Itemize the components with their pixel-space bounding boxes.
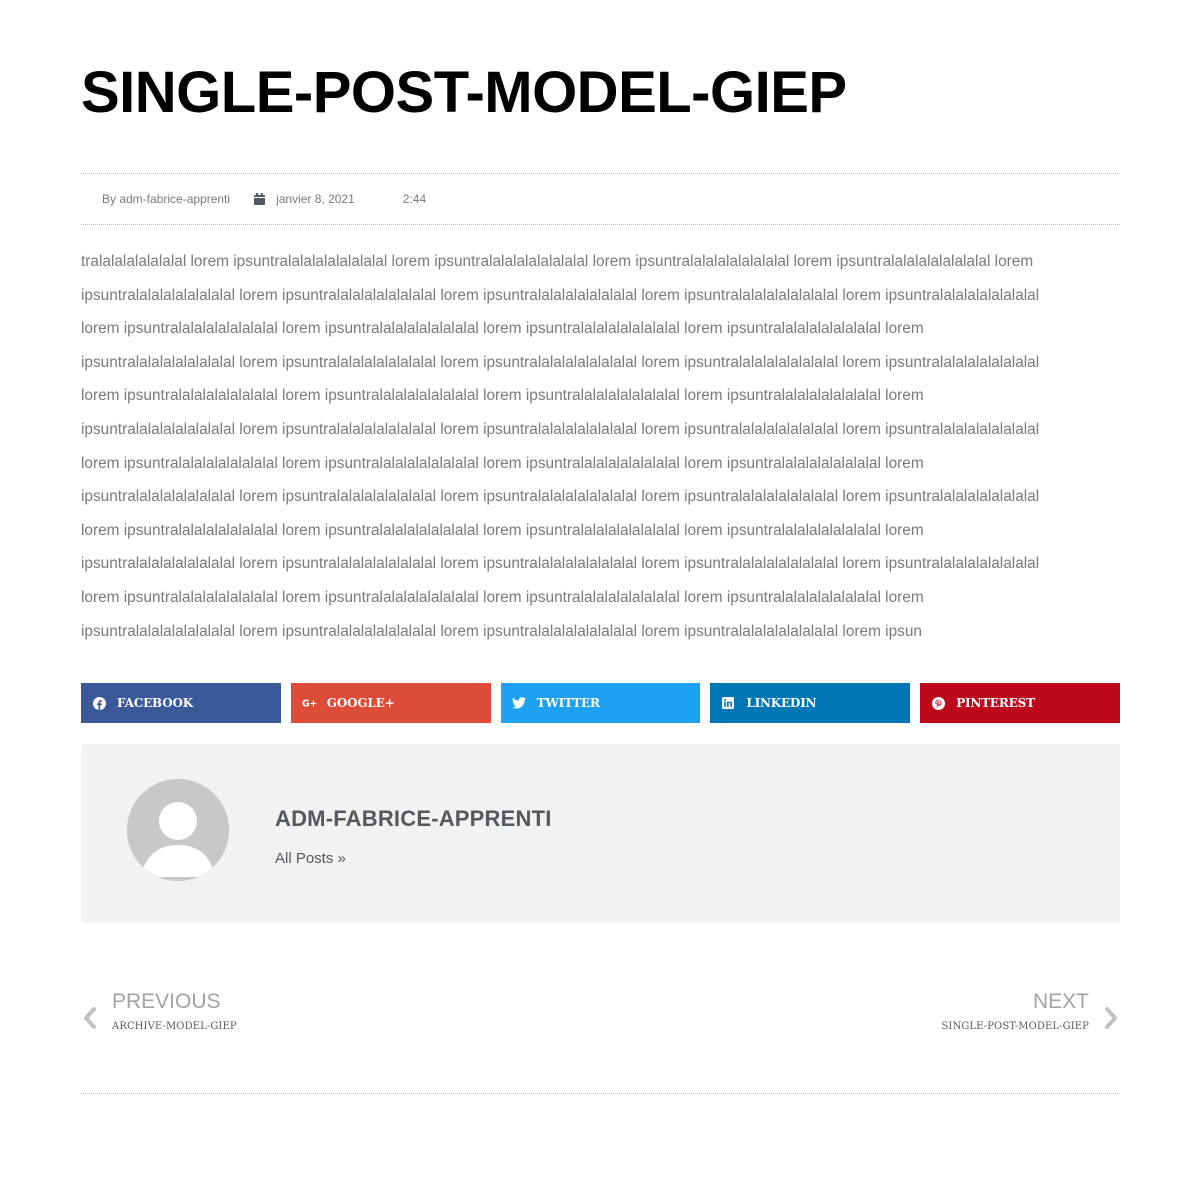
post-content-line: lorem ipsuntralalalalalalalalal lorem ip… xyxy=(81,588,924,606)
post-content: tralalalalalalalal lorem ipsuntralalalal… xyxy=(81,245,1121,648)
author-name[interactable]: ADM-FABRICE-APPRENTI xyxy=(275,806,552,832)
chevron-right-icon xyxy=(1102,1006,1120,1030)
calendar-icon xyxy=(254,193,266,205)
share-google-plus-button[interactable]: G+ GOOGLE+ xyxy=(290,683,491,723)
post-date-text: janvier 8, 2021 xyxy=(276,192,355,206)
next-post-title: SINGLE-POST-MODEL-GIEP xyxy=(941,1021,1089,1032)
post-author[interactable]: By adm-fabrice-apprenti xyxy=(102,192,230,206)
post-content-line: ipsuntralalalalalalalalal lorem ipsuntra… xyxy=(81,286,1040,304)
next-label: NEXT xyxy=(1032,990,1089,1013)
all-posts-link[interactable]: All Posts » xyxy=(275,850,346,867)
post-content-line: lorem ipsuntralalalalalalalalal lorem ip… xyxy=(81,454,924,472)
post-content-line: lorem ipsuntralalalalalalalalal lorem ip… xyxy=(81,320,924,338)
share-buttons: FACEBOOK G+ GOOGLE+ TWITTER LINKEDIN PIN… xyxy=(81,683,1120,723)
share-linkedin-label: LINKEDIN xyxy=(746,696,817,710)
share-linkedin-button[interactable]: LINKEDIN xyxy=(710,683,911,723)
post-content-line: ipsuntralalalalalalalalal lorem ipsuntra… xyxy=(81,555,1040,573)
svg-text:G+: G+ xyxy=(302,699,316,708)
share-facebook-label: FACEBOOK xyxy=(117,696,193,710)
share-facebook-button[interactable]: FACEBOOK xyxy=(81,683,281,723)
share-google-plus-label: GOOGLE+ xyxy=(326,696,395,710)
share-pinterest-label: PINTEREST xyxy=(956,696,1035,710)
post-meta: By adm-fabrice-apprenti janvier 8, 2021 … xyxy=(81,173,1120,225)
post-content-line: ipsuntralalalalalalalalal lorem ipsuntra… xyxy=(81,353,1040,371)
section-divider xyxy=(81,1093,1120,1094)
share-twitter-label: TWITTER xyxy=(536,696,600,710)
post-content-line: tralalalalalalalal lorem ipsuntralalalal… xyxy=(81,253,1034,270)
share-twitter-button[interactable]: TWITTER xyxy=(500,683,701,723)
next-post-link[interactable]: NEXT SINGLE-POST-MODEL-GIEP xyxy=(941,990,1120,1032)
page-title: SINGLE-POST-MODEL-GIEP xyxy=(81,60,847,125)
post-content-line: lorem ipsuntralalalalalalalalal lorem ip… xyxy=(81,521,924,539)
post-content-line: ipsuntralalalalalalalalal lorem ipsuntra… xyxy=(81,622,922,640)
previous-post-link[interactable]: PREVIOUS ARCHIVE-MODEL-GIEP xyxy=(81,990,237,1032)
post-content-line: ipsuntralalalalalalalalal lorem ipsuntra… xyxy=(81,488,1040,506)
twitter-icon xyxy=(511,696,526,710)
previous-label: PREVIOUS xyxy=(112,990,221,1013)
google-plus-icon: G+ xyxy=(302,696,316,710)
share-pinterest-button[interactable]: PINTEREST xyxy=(920,683,1120,723)
pinterest-icon xyxy=(931,696,945,710)
post-date[interactable]: janvier 8, 2021 xyxy=(254,192,355,206)
post-content-line: ipsuntralalalalalalalalal lorem ipsuntra… xyxy=(81,420,1040,438)
chevron-left-icon xyxy=(81,1006,99,1030)
default-avatar-icon[interactable] xyxy=(127,779,229,881)
post-content-line: lorem ipsuntralalalalalalalalal lorem ip… xyxy=(81,387,924,405)
linkedin-icon xyxy=(721,696,735,710)
post-time: 2:44 xyxy=(402,192,427,206)
post-navigation: PREVIOUS ARCHIVE-MODEL-GIEP NEXT SINGLE-… xyxy=(81,990,1120,1050)
author-box: ADM-FABRICE-APPRENTI All Posts » xyxy=(81,744,1120,923)
facebook-icon xyxy=(92,696,106,710)
previous-post-title: ARCHIVE-MODEL-GIEP xyxy=(112,1021,237,1032)
